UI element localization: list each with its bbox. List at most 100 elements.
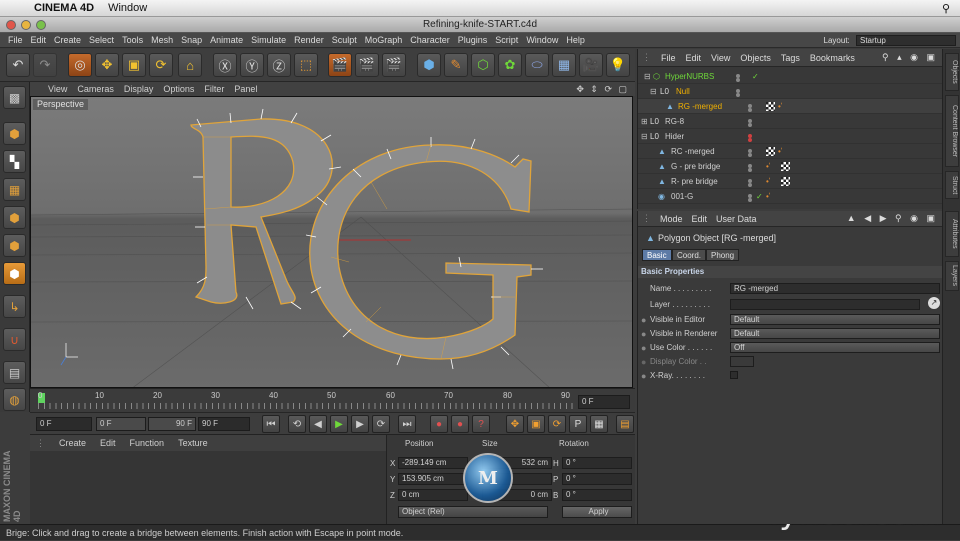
workplane-lock-icon[interactable]: ▤	[3, 361, 26, 384]
go-to-end-icon[interactable]: ⏭	[398, 415, 416, 433]
key-parameter-icon[interactable]: P	[569, 415, 587, 433]
menu-script[interactable]: Script	[495, 35, 518, 45]
menu-sculpt[interactable]: Sculpt	[332, 35, 357, 45]
timeline-icon[interactable]: ▤	[616, 415, 634, 433]
scale-icon[interactable]: ▣	[122, 53, 146, 77]
object-row[interactable]: ⊟ ⬡ HyperNURBS ✓	[638, 69, 943, 84]
viewport-menu-cameras[interactable]: Cameras	[77, 84, 114, 94]
menu-simulate[interactable]: Simulate	[251, 35, 286, 45]
position-y-field[interactable]: 153.905 cm	[398, 473, 468, 485]
tab-phong[interactable]: Phong	[706, 249, 740, 261]
menu-edit[interactable]: Edit	[31, 35, 47, 45]
autokeying-icon[interactable]: ●	[451, 415, 469, 433]
tab-layers-side[interactable]: Layers	[945, 261, 959, 291]
visible-in-editor-dropdown[interactable]: Default	[730, 314, 940, 325]
key-rotation-icon[interactable]: ⟳	[548, 415, 566, 433]
rotation-p-field[interactable]: 0 °	[562, 473, 632, 485]
viewport-menu-filter[interactable]: Filter	[204, 84, 224, 94]
coordinate-system-icon[interactable]: ⬚	[294, 53, 318, 77]
light-icon[interactable]: 💡	[606, 53, 630, 77]
use-color-dropdown[interactable]: Off	[730, 342, 940, 353]
check-icon[interactable]: ✓	[756, 189, 763, 204]
record-keys-icon[interactable]: ●	[430, 415, 448, 433]
array-icon[interactable]: ✿	[498, 53, 522, 77]
y-axis-icon[interactable]: Ⓨ	[240, 53, 264, 77]
x-axis-icon[interactable]: Ⓧ	[213, 53, 237, 77]
cube-object-icon[interactable]: ⬢	[417, 53, 441, 77]
material-menu-create[interactable]: Create	[59, 438, 86, 448]
tab-struct-side[interactable]: Struct	[945, 171, 959, 199]
layer-pick-icon[interactable]: ↗	[928, 297, 940, 309]
keyframe-selection-icon[interactable]: ?	[472, 415, 490, 433]
material-menu-texture[interactable]: Texture	[178, 438, 208, 448]
recent-tools-icon[interactable]: ⌂	[178, 53, 202, 77]
model-mode-icon[interactable]: ⬢	[3, 122, 26, 145]
rotation-b-field[interactable]: 0 °	[562, 489, 632, 501]
tab-objects-side[interactable]: Objects	[945, 53, 959, 91]
object-row[interactable]: ◉ 001-G ✓ •ʼ	[638, 189, 943, 204]
menu-select[interactable]: Select	[89, 35, 114, 45]
phong-tag-icon[interactable]: •ʼ	[766, 174, 771, 189]
start-frame-field[interactable]: 0 F	[36, 417, 92, 431]
menu-snap[interactable]: Snap	[181, 35, 202, 45]
viewport-menu-options[interactable]: Options	[163, 84, 194, 94]
key-position-icon[interactable]: ✥	[506, 415, 524, 433]
tab-attributes-side[interactable]: Attributes	[945, 211, 959, 257]
next-key-icon[interactable]: ⟳	[372, 415, 390, 433]
menu-tools[interactable]: Tools	[122, 35, 143, 45]
previous-key-icon[interactable]: ⟲	[288, 415, 306, 433]
timeline-ruler[interactable]: 0 10 20 30 40 50 60 70 80 90 0 F	[30, 388, 635, 412]
check-icon[interactable]: ✓	[752, 69, 759, 84]
play-icon[interactable]: ▶	[330, 415, 348, 433]
phong-tag-icon[interactable]: •ʼ	[778, 99, 783, 114]
panel-grip-icon[interactable]: ⋮	[642, 52, 651, 63]
texture-mode-icon[interactable]: ▚	[3, 150, 26, 173]
viewport-menu-display[interactable]: Display	[124, 84, 154, 94]
tab-coord[interactable]: Coord.	[672, 249, 707, 261]
move-icon[interactable]: ✥	[95, 53, 119, 77]
layout-selector[interactable]: Layout: Startup	[816, 35, 956, 46]
phong-tag-icon[interactable]: •ʼ	[778, 144, 783, 159]
perspective-viewport[interactable]: Perspective	[30, 96, 633, 388]
deformer-icon[interactable]: ⬭	[525, 53, 549, 77]
go-to-start-icon[interactable]: ⏮	[262, 415, 280, 433]
object-menu-bookmarks[interactable]: Bookmarks	[810, 53, 855, 63]
range-start-field[interactable]: 0 F	[96, 417, 146, 431]
spotlight-icon[interactable]: ⚲	[942, 2, 950, 15]
object-menu-tags[interactable]: Tags	[781, 53, 800, 63]
attr-menu-edit[interactable]: Edit	[692, 214, 708, 224]
object-row[interactable]: ⊟ L0 Hider	[638, 129, 943, 144]
tab-content-browser-side[interactable]: Content Browser	[945, 95, 959, 167]
hypernurbs-icon[interactable]: ⬡	[471, 53, 495, 77]
menu-character[interactable]: Character	[410, 35, 450, 45]
menu-mograph[interactable]: MoGraph	[365, 35, 403, 45]
rotation-h-field[interactable]: 0 °	[562, 457, 632, 469]
render-settings-icon[interactable]: 🎬	[382, 53, 406, 77]
points-mode-icon[interactable]: ⬢	[3, 206, 26, 229]
floor-icon[interactable]: ▦	[552, 53, 576, 77]
close-window-icon[interactable]	[6, 20, 16, 30]
attr-menu-mode[interactable]: Mode	[660, 214, 683, 224]
key-pla-icon[interactable]: ▦	[590, 415, 608, 433]
object-row[interactable]: ▲ R- pre bridge •ʼ	[638, 174, 943, 189]
live-selection-icon[interactable]: ◎	[68, 53, 92, 77]
tab-basic[interactable]: Basic	[642, 249, 672, 261]
render-view-icon[interactable]: 🎬	[328, 53, 352, 77]
object-menu-objects[interactable]: Objects	[740, 53, 771, 63]
app-name[interactable]: CINEMA 4D	[34, 2, 94, 14]
position-z-field[interactable]: 0 cm	[398, 489, 468, 501]
object-search-icons[interactable]: ⚲ ▴ ◉ ▣	[882, 52, 938, 63]
minimize-window-icon[interactable]	[21, 20, 31, 30]
viewport-menu-panel[interactable]: Panel	[234, 84, 257, 94]
attr-nav-icons[interactable]: ▲ ◀ ▶ ⚲ ◉ ▣	[847, 213, 938, 224]
rotate-icon[interactable]: ⟳	[149, 53, 173, 77]
visible-in-renderer-dropdown[interactable]: Default	[730, 328, 940, 339]
layout-value[interactable]: Startup	[856, 35, 956, 46]
texture-tag-icon[interactable]	[766, 102, 775, 111]
z-axis-icon[interactable]: Ⓩ	[267, 53, 291, 77]
menu-file[interactable]: File	[8, 35, 23, 45]
material-menu-edit[interactable]: Edit	[100, 438, 116, 448]
material-menu-function[interactable]: Function	[130, 438, 165, 448]
locked-workplane-icon[interactable]: ◍	[3, 388, 26, 411]
object-row[interactable]: ▲ G - pre bridge •ʼ	[638, 159, 943, 174]
